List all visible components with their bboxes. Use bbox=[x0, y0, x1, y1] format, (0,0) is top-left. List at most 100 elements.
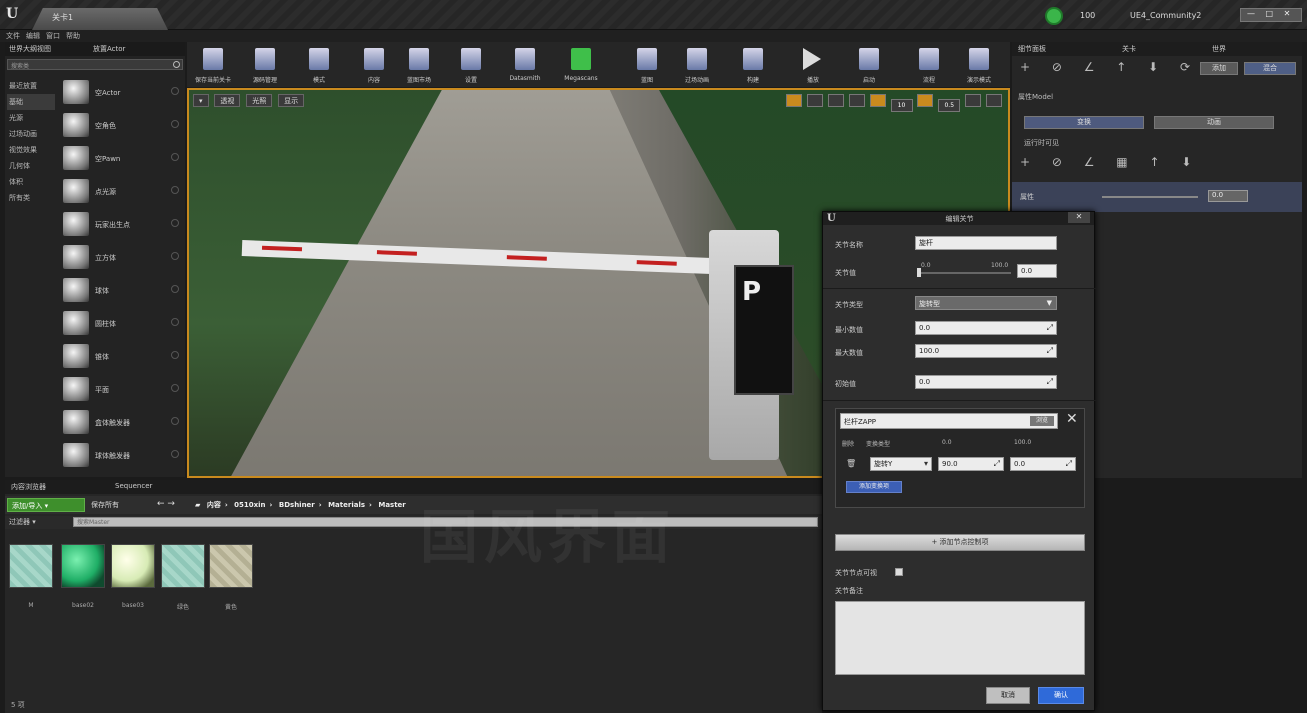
flow-button[interactable]: 流程 bbox=[907, 44, 951, 85]
category-all-classes[interactable]: 所有类 bbox=[7, 190, 55, 206]
breadcrumb-0510xin[interactable]: 0510xin bbox=[234, 501, 265, 509]
tab-details[interactable]: 细节面板 bbox=[1018, 44, 1046, 54]
breadcrumb-materials[interactable]: Materials bbox=[328, 501, 365, 509]
info-icon[interactable] bbox=[171, 417, 179, 425]
menu-help[interactable]: 帮助 bbox=[66, 31, 80, 41]
list-item[interactable]: 盒体触发器 bbox=[57, 405, 183, 438]
build-button[interactable]: 构建 bbox=[731, 44, 775, 85]
list-item[interactable]: 球体 bbox=[57, 273, 183, 306]
list-item[interactable]: 平面 bbox=[57, 372, 183, 405]
place-search-input[interactable]: 搜索类 bbox=[7, 59, 183, 70]
add-transform-button[interactable]: 添加变换项 bbox=[846, 481, 902, 493]
source-status-icon[interactable] bbox=[1045, 7, 1063, 25]
close-icon[interactable]: ✕ bbox=[1066, 411, 1078, 427]
save-all-button[interactable]: 保存所有 bbox=[91, 500, 119, 510]
details-toolbar-icons[interactable]: + ⊘ ∠ ↑ ⬇ ⟳ bbox=[1020, 60, 1199, 74]
lit-button[interactable]: 光照 bbox=[246, 94, 273, 107]
add-import-button[interactable]: 添加/导入 ▾ bbox=[7, 498, 85, 512]
blueprint-button[interactable]: 蓝图 bbox=[625, 44, 669, 85]
category-recent[interactable]: 最近放置 bbox=[7, 78, 55, 94]
rotation-snap-icon[interactable] bbox=[917, 94, 934, 107]
perspective-button[interactable]: 透视 bbox=[214, 94, 241, 107]
play-button[interactable]: 播放 bbox=[791, 44, 835, 85]
menu-edit[interactable]: 编辑 bbox=[26, 31, 40, 41]
tab-world[interactable]: 世界 bbox=[1212, 44, 1226, 54]
category-cinematic[interactable]: 过场动画 bbox=[7, 126, 55, 142]
tab-levels[interactable]: 关卡 bbox=[1122, 44, 1136, 54]
list-item[interactable]: 球体触发器 bbox=[57, 438, 183, 471]
category-visual-effects[interactable]: 视觉效果 bbox=[7, 142, 55, 158]
list-item[interactable]: 空Actor bbox=[57, 75, 183, 108]
details-sub-icons[interactable]: + ⊘ ∠ ▦ ↑ ⬇ bbox=[1020, 155, 1200, 169]
list-item[interactable]: 玩家出生点 bbox=[57, 207, 183, 240]
save-button[interactable]: 保存当前关卡 bbox=[191, 44, 235, 85]
transform-start-input[interactable]: 90.0 ⤢ bbox=[938, 457, 1004, 471]
material-thumb[interactable] bbox=[9, 544, 53, 588]
tab-place-actors[interactable]: 放置Actor bbox=[93, 44, 125, 54]
list-item[interactable]: 空角色 bbox=[57, 108, 183, 141]
info-icon[interactable] bbox=[171, 186, 179, 194]
section-header[interactable]: 属性Model bbox=[1018, 92, 1053, 102]
target-object-input[interactable]: 栏杆ZAPP 浏览 bbox=[840, 413, 1058, 429]
grid-snap-icon[interactable] bbox=[869, 94, 886, 107]
megascans-button[interactable]: Megascans bbox=[559, 44, 603, 85]
max-value-input[interactable]: 100.0 ⤢ bbox=[915, 344, 1057, 358]
info-icon[interactable] bbox=[171, 450, 179, 458]
content-button[interactable]: 内容 bbox=[352, 44, 396, 85]
animation-tab-button[interactable]: 动画 bbox=[1154, 116, 1274, 129]
close-icon[interactable]: ✕ bbox=[1068, 212, 1090, 223]
launch-button[interactable]: 启动 bbox=[847, 44, 891, 85]
document-tab[interactable]: 关卡1 bbox=[32, 8, 168, 30]
list-item[interactable]: 锥体 bbox=[57, 339, 183, 372]
scale-snap-value[interactable]: 0.5 bbox=[938, 99, 961, 112]
material-thumb[interactable] bbox=[61, 544, 105, 588]
maximize-icon[interactable] bbox=[986, 94, 1002, 107]
breadcrumb-content[interactable]: 内容 bbox=[207, 501, 221, 509]
joint-note-textarea[interactable] bbox=[835, 601, 1085, 675]
min-value-input[interactable]: 0.0 ⤢ bbox=[915, 321, 1057, 335]
transform-tab-button[interactable]: 变换 bbox=[1024, 116, 1144, 129]
menu-window[interactable]: 窗口 bbox=[46, 31, 60, 41]
menu-file[interactable]: 文件 bbox=[6, 31, 20, 41]
add-button[interactable]: 添加 bbox=[1200, 62, 1238, 75]
info-icon[interactable] bbox=[171, 384, 179, 392]
transform-end-input[interactable]: 0.0 ⤢ bbox=[1010, 457, 1076, 471]
category-volumes[interactable]: 体积 bbox=[7, 174, 55, 190]
history-nav-icon[interactable]: ← → bbox=[157, 499, 175, 509]
filters-button[interactable]: 过滤器 ▾ bbox=[9, 517, 36, 527]
browse-button[interactable]: 浏览 bbox=[1030, 416, 1054, 426]
blend-button[interactable]: 混合 bbox=[1244, 62, 1296, 75]
confirm-button[interactable]: 确认 bbox=[1038, 687, 1084, 704]
list-item[interactable]: 圆柱体 bbox=[57, 306, 183, 339]
info-icon[interactable] bbox=[171, 318, 179, 326]
tab-content-browser[interactable]: 内容浏览器 bbox=[11, 482, 46, 492]
info-icon[interactable] bbox=[171, 252, 179, 260]
list-item[interactable]: 空Pawn bbox=[57, 141, 183, 174]
list-item[interactable]: 立方体 bbox=[57, 240, 183, 273]
world-local-icon[interactable] bbox=[848, 94, 865, 107]
source-control-button[interactable]: 源码管理 bbox=[243, 44, 287, 85]
breadcrumb-bdshiner[interactable]: BDshiner bbox=[279, 501, 315, 509]
material-thumb[interactable] bbox=[161, 544, 205, 588]
cancel-button[interactable]: 取消 bbox=[986, 687, 1030, 704]
category-lights[interactable]: 光源 bbox=[7, 110, 55, 126]
marketplace-button[interactable]: 蓝图市场 bbox=[397, 44, 441, 85]
trash-icon[interactable]: 🗑 bbox=[846, 459, 856, 468]
info-icon[interactable] bbox=[171, 120, 179, 128]
add-node-control-button[interactable]: + 添加节点控制项 bbox=[835, 534, 1085, 551]
list-item[interactable]: 点光源 bbox=[57, 174, 183, 207]
property-slider[interactable] bbox=[1102, 196, 1198, 198]
info-icon[interactable] bbox=[171, 351, 179, 359]
joint-name-input[interactable]: 旋杆 bbox=[915, 236, 1057, 250]
cinematics-button[interactable]: 过场动画 bbox=[675, 44, 719, 85]
material-thumb[interactable] bbox=[209, 544, 253, 588]
window-controls[interactable]: — □ ✕ bbox=[1240, 8, 1302, 22]
property-row[interactable]: 属性 0.0 bbox=[1012, 182, 1302, 212]
category-geometry[interactable]: 几何体 bbox=[7, 158, 55, 174]
material-thumb[interactable] bbox=[111, 544, 155, 588]
joint-value-slider[interactable]: 0.0 100.0 bbox=[917, 262, 1017, 278]
translate-icon[interactable] bbox=[786, 94, 803, 107]
grid-size[interactable]: 10 bbox=[890, 99, 913, 112]
info-icon[interactable] bbox=[171, 285, 179, 293]
rotate-icon[interactable] bbox=[807, 94, 823, 107]
